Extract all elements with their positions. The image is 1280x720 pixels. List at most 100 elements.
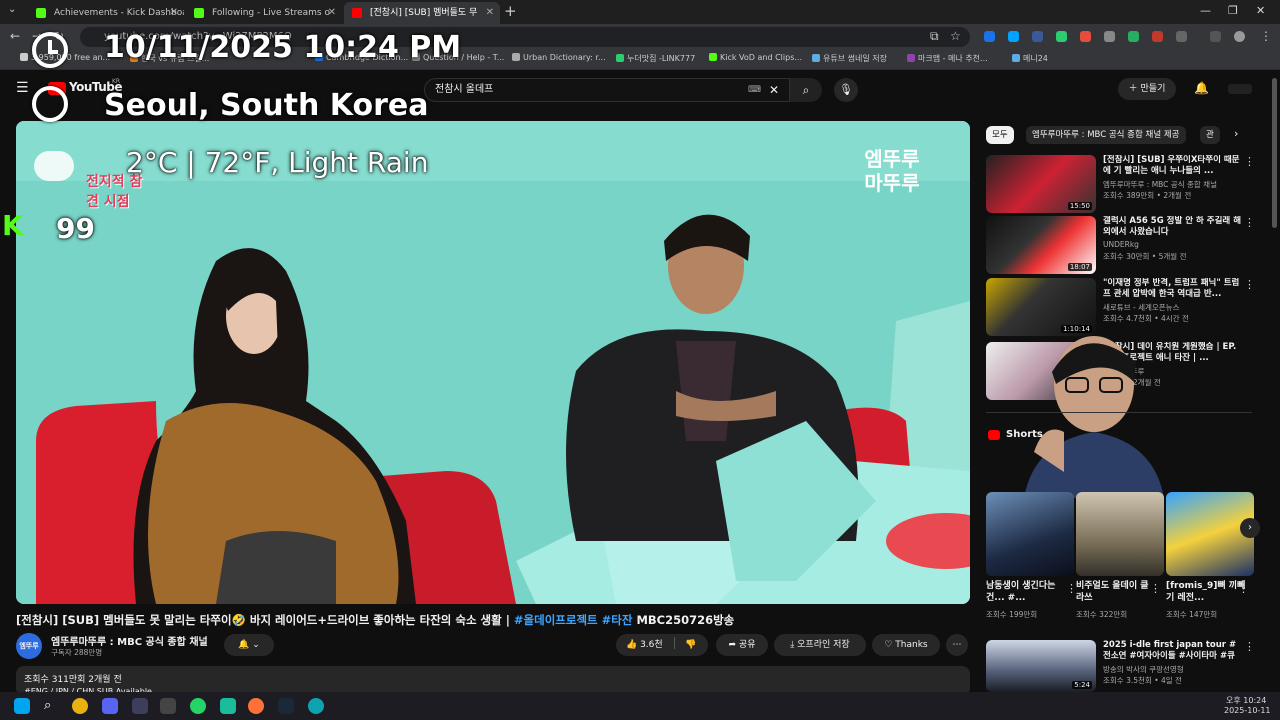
reading-list-icon[interactable] bbox=[1210, 31, 1221, 42]
taskbar-date[interactable]: 2025-10-11 bbox=[1224, 706, 1271, 715]
video-thumbnail[interactable]: 15:50 bbox=[986, 155, 1096, 213]
discord-icon[interactable] bbox=[102, 698, 118, 714]
more-icon[interactable]: ⋮ bbox=[1066, 582, 1077, 595]
install-icon[interactable]: ⧉ bbox=[930, 29, 939, 44]
bookmark-item[interactable]: 마크맵 - 메나 추천... bbox=[907, 53, 988, 64]
reco-channel[interactable]: UNDERkg bbox=[1103, 240, 1139, 249]
notification-toggle-button[interactable]: 🔔 ⌄ bbox=[224, 634, 274, 656]
search-input[interactable]: 전참시 올데프 ⌨ ✕ bbox=[424, 78, 790, 102]
maximize-button[interactable]: ❐ bbox=[1228, 4, 1238, 17]
short-thumbnail[interactable] bbox=[1166, 492, 1254, 576]
reco-title[interactable]: 2025 i-dle first japan tour #전소연 #여자아이들 … bbox=[1103, 640, 1243, 662]
recommendation-item[interactable]: 15:50 [전참시] [SUB] 우쭈이X타쭈이 때문에 기 빨리는 애니 누… bbox=[986, 155, 1256, 213]
more-icon[interactable]: ⋮ bbox=[1150, 582, 1161, 595]
chrome-icon[interactable] bbox=[72, 698, 88, 714]
channel-avatar[interactable]: 엠뚜루 bbox=[16, 633, 42, 659]
download-button[interactable]: ⤓ 오프라인 저장 bbox=[774, 634, 866, 656]
search-button[interactable]: ⌕ bbox=[790, 78, 822, 102]
short-title[interactable]: 남동생이 생긴다는 건... #... bbox=[986, 580, 1066, 604]
bookmark-item[interactable]: 메니24 bbox=[1012, 53, 1048, 64]
edge-icon[interactable] bbox=[308, 698, 324, 714]
minimize-button[interactable]: — bbox=[1200, 4, 1211, 17]
firefox-icon[interactable] bbox=[248, 698, 264, 714]
video-thumbnail[interactable]: 18:07 bbox=[986, 216, 1096, 274]
new-tab-button[interactable]: + bbox=[504, 2, 517, 20]
close-window-button[interactable]: ✕ bbox=[1256, 4, 1265, 17]
reco-title[interactable]: "이재명 정부 반격, 트럼프 패닉" 트럼프 관세 압박에 한국 역대급 반.… bbox=[1103, 278, 1243, 300]
extension-icon[interactable] bbox=[1032, 31, 1043, 42]
share-button[interactable]: ➦ 공유 bbox=[716, 634, 768, 656]
short-thumbnail[interactable] bbox=[1076, 492, 1164, 576]
tab-search-icon[interactable]: ⌄ bbox=[8, 4, 16, 15]
back-icon[interactable]: ← bbox=[10, 29, 20, 43]
video-player[interactable]: 전지적 참견 시점 엠뚜루 마뚜루 bbox=[16, 121, 970, 604]
next-shorts-button[interactable]: › bbox=[1240, 518, 1260, 538]
bookmark-item[interactable]: 유튜브 썸네일 저장 bbox=[812, 53, 887, 64]
dislike-button[interactable]: 👎 bbox=[685, 640, 696, 650]
extensions-puzzle-icon[interactable] bbox=[1176, 31, 1187, 42]
recommendation-item[interactable]: 18:07 갤럭시 A56 5G 정발 안 하 주길래 해외에서 사왔습니다 U… bbox=[986, 216, 1256, 274]
hamburger-menu-icon[interactable]: ☰ bbox=[16, 80, 29, 96]
notifications-bell-icon[interactable]: 🔔 bbox=[1194, 81, 1209, 95]
short-title[interactable]: [fromis_9]뼈 끼빼기 레전... bbox=[1166, 580, 1246, 604]
close-icon[interactable]: ✕ bbox=[328, 2, 336, 24]
bookmark-item[interactable]: Urban Dictionary: r... bbox=[512, 53, 606, 62]
chip-related[interactable]: 관 bbox=[1200, 126, 1220, 144]
short-views: 조회수 199만회 bbox=[986, 610, 1038, 619]
create-button[interactable]: ＋ 만들기 bbox=[1118, 78, 1176, 100]
chip-channel[interactable]: 엠뚜루마뚜루 : MBC 공식 종합 채널 제공 bbox=[1026, 126, 1186, 144]
close-icon[interactable]: ✕ bbox=[486, 2, 494, 24]
voice-search-button[interactable]: 🎙 bbox=[834, 78, 858, 102]
profile-avatar[interactable] bbox=[1234, 31, 1245, 42]
whatsapp-icon[interactable] bbox=[190, 698, 206, 714]
more-icon[interactable]: ⋮ bbox=[1244, 278, 1255, 291]
tab-youtube[interactable]: [전참시] [SUB] 멤버들도 무 ✕ bbox=[344, 2, 500, 24]
extension-icon[interactable] bbox=[984, 31, 995, 42]
tab-kick-following[interactable]: Following - Live Streams o ✕ bbox=[186, 2, 342, 24]
extension-icon[interactable] bbox=[1104, 31, 1115, 42]
reco-channel[interactable]: 방송의 박사의 쿠팡선영형 bbox=[1103, 664, 1184, 675]
tab-strip: ⌄ Achievements - Kick Dashboard ✕ Follow… bbox=[0, 0, 1280, 24]
search-icon[interactable]: ⌕ bbox=[44, 698, 60, 714]
page-scrollbar[interactable] bbox=[1272, 78, 1277, 228]
short-thumbnail[interactable] bbox=[986, 492, 1074, 576]
more-icon[interactable]: ⋮ bbox=[1244, 155, 1255, 168]
tab-kick-achievements[interactable]: Achievements - Kick Dashboard ✕ bbox=[28, 2, 184, 24]
extension-icon[interactable] bbox=[1008, 31, 1019, 42]
app-icon[interactable] bbox=[220, 698, 236, 714]
channel-name[interactable]: 엠뚜루마뚜루 : MBC 공식 종합 채널 bbox=[51, 633, 208, 648]
like-button[interactable]: 👍 3.6천 bbox=[626, 640, 663, 650]
video-hashtags[interactable]: #올데이프로젝트 #타잔 bbox=[514, 613, 633, 627]
keyboard-icon[interactable]: ⌨ bbox=[748, 79, 761, 101]
more-icon[interactable]: ⋮ bbox=[1244, 216, 1255, 229]
more-icon[interactable]: ⋮ bbox=[1244, 640, 1255, 653]
close-icon[interactable]: ✕ bbox=[170, 2, 178, 24]
reco-channel[interactable]: 엠뚜루마뚜루 : MBC 공식 종합 채널 bbox=[1103, 179, 1217, 190]
steam-icon[interactable] bbox=[278, 698, 294, 714]
more-actions-button[interactable]: ⋯ bbox=[946, 634, 968, 656]
short-title[interactable]: 비주얼도 올데이 클라쓰 bbox=[1076, 580, 1156, 604]
chip-all[interactable]: 모두 bbox=[986, 126, 1014, 144]
extension-icon[interactable] bbox=[1152, 31, 1163, 42]
reco-channel[interactable]: 새로튜브 - 세계오픈뉴스 bbox=[1103, 302, 1179, 313]
taskbar-time[interactable]: 오후 10:24 bbox=[1226, 695, 1266, 706]
clear-search-icon[interactable]: ✕ bbox=[769, 79, 779, 101]
recommendation-item[interactable]: 5:24 2025 i-dle first japan tour #전소연 #여… bbox=[986, 640, 1256, 692]
reco-title[interactable]: 갤럭시 A56 5G 정발 안 하 주길래 해외에서 사왔습니다 bbox=[1103, 216, 1243, 238]
menu-icon[interactable]: ⋮ bbox=[1260, 29, 1272, 43]
account-avatar[interactable] bbox=[1228, 84, 1252, 94]
app-icon[interactable] bbox=[160, 698, 176, 714]
bookmark-item[interactable]: 누더맛집 -LINK777 bbox=[616, 53, 695, 64]
chevron-right-icon[interactable]: › bbox=[1234, 127, 1238, 140]
bookmark-star-icon[interactable]: ☆ bbox=[950, 29, 961, 43]
more-icon[interactable]: ⋮ bbox=[1238, 582, 1249, 595]
vscode-icon[interactable] bbox=[132, 698, 148, 714]
extension-icon[interactable] bbox=[1128, 31, 1139, 42]
extension-icon[interactable] bbox=[1056, 31, 1067, 42]
extension-icon[interactable] bbox=[1080, 31, 1091, 42]
bookmark-item[interactable]: Kick VoD and Clips... bbox=[709, 53, 802, 62]
windows-start-icon[interactable] bbox=[14, 698, 30, 714]
video-thumbnail[interactable]: 5:24 bbox=[986, 640, 1096, 692]
reco-title[interactable]: [전참시] [SUB] 우쭈이X타쭈이 때문에 기 빨리는 애니 누나들의 ..… bbox=[1103, 155, 1243, 177]
thanks-button[interactable]: ♡ Thanks bbox=[872, 634, 940, 656]
